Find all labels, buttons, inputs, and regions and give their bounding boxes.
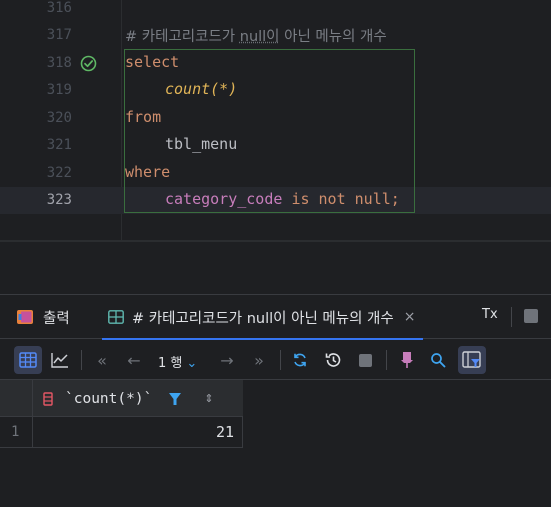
- history-button[interactable]: [319, 346, 347, 374]
- tab-query-result[interactable]: # 카테고리코드가 null이 아닌 메뉴의 개수 ×: [101, 295, 424, 340]
- separator: [511, 307, 512, 327]
- search-icon: [431, 353, 446, 368]
- services-tab-bar: 출력 # 카테고리코드가 null이 아닌 메뉴의 개수 × Tx: [0, 295, 551, 340]
- sql-keyword: from: [125, 107, 162, 126]
- table-view-button[interactable]: [14, 346, 42, 374]
- tab-label: 출력: [43, 310, 70, 327]
- comment-text: 아닌 메뉴의 개수: [279, 29, 387, 45]
- code-line[interactable]: 321 tbl_menu: [0, 132, 551, 159]
- refresh-icon: [294, 353, 306, 367]
- line-number: 317: [46, 27, 72, 43]
- filter-panel-icon: [462, 351, 481, 368]
- column-header-count[interactable]: `count(*)` ⇕: [33, 380, 243, 417]
- code-line[interactable]: 317 # 카테고리코드가 null이 아닌 메뉴의 개수: [0, 22, 551, 49]
- sql-editor[interactable]: 316 317 # 카테고리코드가 null이 아닌 메뉴의 개수 318 se…: [0, 0, 551, 240]
- table-icon: [108, 310, 124, 324]
- sql-keyword: not: [318, 190, 346, 208]
- stop-icon: [358, 353, 372, 367]
- transaction-mode-button[interactable]: Tx: [482, 307, 498, 322]
- code-line[interactable]: 316: [0, 0, 551, 22]
- filter-icon[interactable]: [168, 392, 182, 406]
- pin-icon: [401, 352, 413, 368]
- line-number: 323: [46, 192, 72, 208]
- table-row[interactable]: 1 21: [0, 417, 243, 448]
- column-icon: [43, 391, 53, 406]
- comment-text: # 카테고리코드가: [125, 29, 240, 45]
- stop-icon[interactable]: [524, 309, 538, 323]
- output-icon: [17, 310, 33, 324]
- last-page-icon: »: [254, 350, 264, 370]
- sql-comment: # 카테고리코드가 null이 아닌 메뉴의 개수: [125, 25, 387, 46]
- code-line-current[interactable]: 323 category_code is not null;: [0, 187, 551, 215]
- next-page-button[interactable]: →: [213, 346, 241, 374]
- sql-function: count(*): [165, 80, 238, 98]
- refresh-button[interactable]: [286, 346, 314, 374]
- arrow-left-icon: ←: [127, 350, 141, 370]
- sql-keyword: is: [291, 190, 310, 208]
- result-toolbar: « ← 1 행 ⌄ → »: [0, 340, 551, 380]
- code-line[interactable]: 319 count(*): [0, 77, 551, 104]
- code-line[interactable]: 320 from: [0, 105, 551, 132]
- filter-panel-button[interactable]: [458, 346, 486, 374]
- line-number: 321: [46, 137, 72, 153]
- separator: [280, 350, 281, 370]
- empty-panel-area: [0, 242, 551, 294]
- first-page-icon: «: [97, 350, 107, 370]
- last-page-button[interactable]: »: [245, 346, 273, 374]
- check-circle-icon[interactable]: [80, 55, 97, 72]
- close-icon[interactable]: ×: [404, 309, 416, 325]
- grid-icon: [19, 352, 37, 368]
- pin-tab-button[interactable]: [393, 346, 421, 374]
- sort-icon[interactable]: ⇕: [204, 393, 213, 404]
- line-number: 320: [46, 109, 72, 126]
- comment-text-dotted: null이: [239, 29, 280, 45]
- chart-view-button[interactable]: [46, 346, 74, 374]
- column-title: `count(*)`: [65, 390, 153, 407]
- separator: [81, 350, 82, 370]
- history-icon: [325, 353, 341, 367]
- sql-code: tbl_menu: [125, 135, 237, 153]
- arrow-right-icon: →: [220, 350, 234, 370]
- first-page-button[interactable]: «: [88, 346, 116, 374]
- line-number: 322: [46, 164, 72, 181]
- row-number-header[interactable]: [0, 380, 33, 417]
- table-cell[interactable]: 21: [33, 417, 243, 448]
- sql-keyword: select: [125, 52, 180, 71]
- sql-keyword: where: [125, 162, 171, 181]
- previous-page-button[interactable]: ←: [120, 346, 148, 374]
- tab-label: # 카테고리코드가 null이 아닌 메뉴의 개수: [132, 310, 394, 327]
- sql-code: category_code is not null;: [125, 190, 400, 208]
- page-size-selector[interactable]: 1 행 ⌄: [158, 352, 197, 371]
- grid-header: `count(*)` ⇕: [0, 380, 243, 417]
- line-number: 316: [46, 0, 72, 16]
- line-number: 319: [46, 82, 72, 98]
- line-number: 318: [46, 54, 72, 71]
- sql-keyword: null: [354, 190, 391, 208]
- search-button[interactable]: [424, 346, 452, 374]
- code-line[interactable]: 322 where: [0, 160, 551, 187]
- page-size-label: 1 행: [158, 356, 183, 371]
- code-line[interactable]: 318 select: [0, 50, 551, 77]
- sql-code: count(*): [125, 80, 237, 98]
- row-number: 1: [0, 417, 33, 448]
- chart-icon: [51, 353, 68, 368]
- chevron-down-icon: ⌄: [186, 356, 198, 371]
- cancel-button[interactable]: [351, 346, 379, 374]
- result-grid[interactable]: `count(*)` ⇕ 1 21: [0, 380, 551, 507]
- sql-column-name: category_code: [165, 190, 283, 208]
- sql-table-name: tbl_menu: [165, 135, 238, 153]
- tab-output[interactable]: 출력: [16, 295, 70, 339]
- separator: [386, 350, 387, 370]
- sql-semicolon: ;: [390, 190, 400, 208]
